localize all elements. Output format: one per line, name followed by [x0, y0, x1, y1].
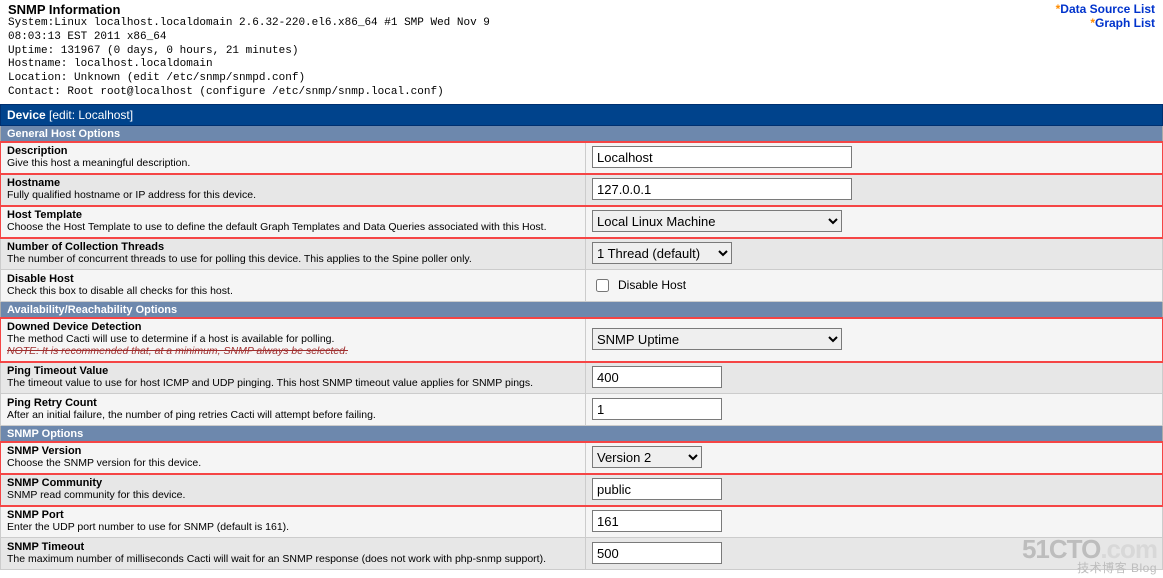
snmp-hostname: Hostname: localhost.localdomain [8, 58, 1048, 72]
device-bar: Device [edit: Localhost] [0, 104, 1163, 126]
data-source-list-link[interactable]: Data Source List [1060, 2, 1155, 16]
row-snmp-community: SNMP CommunitySNMP read community for th… [0, 474, 1163, 506]
row-ping-retry: Ping Retry CountAfter an initial failure… [0, 394, 1163, 426]
row-ping-timeout: Ping Timeout ValueThe timeout value to u… [0, 362, 1163, 394]
snmp-system-2: 08:03:13 EST 2011 x86_64 [8, 31, 1048, 45]
snmp-location: Location: Unknown (edit /etc/snmp/snmpd.… [8, 72, 1048, 86]
snmp-title: SNMP Information [8, 2, 1048, 17]
snmp-information: SNMP Information System:Linux localhost.… [0, 0, 1056, 104]
threads-select[interactable]: 1 Thread (default) [592, 242, 732, 264]
row-snmp-port: SNMP PortEnter the UDP port number to us… [0, 506, 1163, 538]
host-template-select[interactable]: Local Linux Machine [592, 210, 842, 232]
top-links: *Data Source List *Graph List [1056, 0, 1163, 104]
section-snmp: SNMP Options [0, 426, 1163, 442]
section-availability: Availability/Reachability Options [0, 302, 1163, 318]
section-general: General Host Options [0, 126, 1163, 142]
description-input[interactable] [592, 146, 852, 168]
snmp-version-select[interactable]: Version 2 [592, 446, 702, 468]
row-hostname: HostnameFully qualified hostname or IP a… [0, 174, 1163, 206]
row-description: DescriptionGive this host a meaningful d… [0, 142, 1163, 174]
row-snmp-version: SNMP VersionChoose the SNMP version for … [0, 442, 1163, 474]
hostname-input[interactable] [592, 178, 852, 200]
snmp-port-input[interactable] [592, 510, 722, 532]
snmp-uptime: Uptime: 131967 (0 days, 0 hours, 21 minu… [8, 45, 1048, 59]
row-host-template: Host TemplateChoose the Host Template to… [0, 206, 1163, 238]
snmp-timeout-input[interactable] [592, 542, 722, 564]
snmp-system-1: System:Linux localhost.localdomain 2.6.3… [8, 17, 1048, 31]
ping-retry-input[interactable] [592, 398, 722, 420]
snmp-community-input[interactable] [592, 478, 722, 500]
row-threads: Number of Collection ThreadsThe number o… [0, 238, 1163, 270]
graph-list-link[interactable]: Graph List [1095, 16, 1155, 30]
disable-host-checkbox[interactable] [596, 279, 609, 292]
snmp-contact: Contact: Root root@localhost (configure … [8, 86, 1048, 100]
row-disable: Disable HostCheck this box to disable al… [0, 270, 1163, 302]
ping-timeout-input[interactable] [592, 366, 722, 388]
row-snmp-timeout: SNMP TimeoutThe maximum number of millis… [0, 538, 1163, 570]
row-downed-detection: Downed Device Detection The method Cacti… [0, 318, 1163, 362]
downed-detection-select[interactable]: SNMP Uptime [592, 328, 842, 350]
disable-host-cb-label: Disable Host [618, 278, 686, 292]
